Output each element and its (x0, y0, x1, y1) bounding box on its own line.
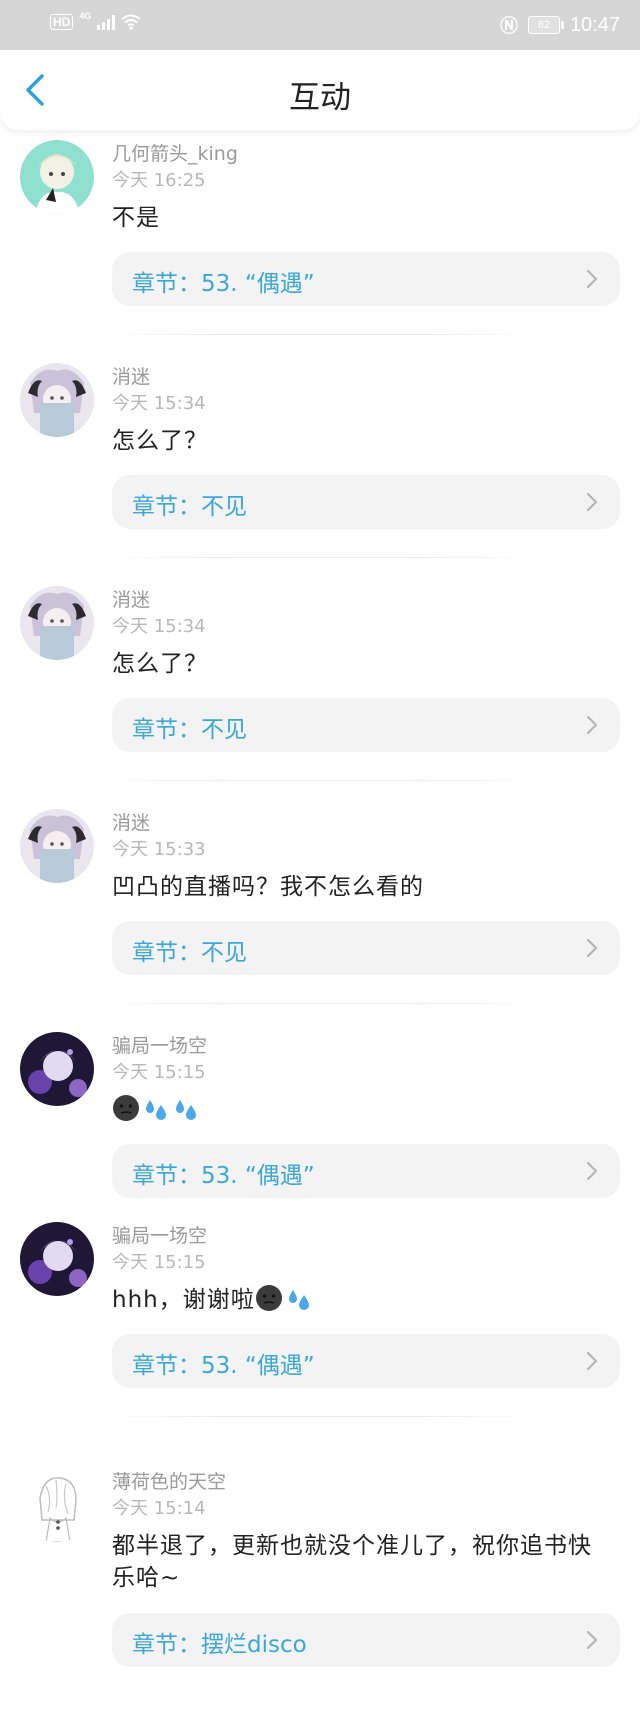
sweat-droplets-emoji (176, 1100, 196, 1120)
nfc-icon: Ⓝ (499, 16, 518, 36)
comment-time: 今天 15:34 (112, 393, 206, 414)
comment-time: 今天 15:33 (112, 839, 206, 860)
chapter-label: 章节：摆烂disco (132, 1632, 307, 1658)
dark-face-emoji (113, 1095, 139, 1121)
comment-time: 今天 15:15 (112, 1252, 206, 1273)
chevron-right-icon (586, 1161, 598, 1181)
chevron-right-icon (586, 1351, 598, 1371)
chevron-right-icon (586, 269, 598, 289)
status-left-icons: HD 4G (50, 11, 141, 30)
chapter-label: 章节：53. “偶遇” (132, 271, 315, 297)
chapter-link[interactable]: 章节：摆烂disco (112, 1613, 620, 1667)
chapter-label: 章节：不见 (132, 940, 247, 966)
chapter-link[interactable]: 章节：不见 (112, 698, 620, 752)
comment-username: 几何箭头_king (112, 143, 238, 165)
comment-username: 消迷 (112, 812, 151, 834)
comment-username: 薄荷色的天空 (112, 1471, 227, 1493)
comment-text: 凹凸的直播吗？我不怎么看的 (112, 874, 424, 900)
chapter-label: 章节：53. “偶遇” (132, 1353, 315, 1379)
avatar[interactable] (20, 809, 94, 883)
comment-text: 怎么了？ (112, 428, 208, 454)
avatar[interactable] (20, 1222, 94, 1296)
nav-bar: 互动 (0, 50, 640, 130)
avatar[interactable] (20, 363, 94, 437)
comment-text (112, 1094, 612, 1126)
sweat-droplets-emoji (146, 1100, 166, 1120)
comment-username: 消迷 (112, 366, 151, 388)
chapter-link[interactable]: 章节：53. “偶遇” (112, 1144, 620, 1198)
battery-icon: 82 (527, 16, 564, 34)
wifi-icon (121, 14, 141, 30)
chevron-right-icon (586, 715, 598, 735)
avatar[interactable] (20, 1032, 94, 1106)
comment-time: 今天 15:14 (112, 1498, 206, 1519)
chapter-label: 章节：不见 (132, 717, 247, 743)
comment-text: 不是 (112, 205, 160, 231)
divider (100, 1416, 540, 1417)
comment-time: 今天 16:25 (112, 170, 206, 191)
dark-face-emoji (255, 1285, 282, 1311)
divider (100, 334, 540, 335)
sweat-droplets-emoji (288, 1290, 309, 1310)
signal-icon (97, 14, 116, 30)
comment-username: 消迷 (112, 589, 151, 611)
chapter-link[interactable]: 章节：不见 (112, 475, 620, 529)
divider (100, 780, 540, 781)
chevron-right-icon (586, 1630, 598, 1650)
comment-text: hhh，谢谢啦 (112, 1284, 612, 1316)
comment-text: 都半退了，更新也就没个准儿了，祝你追书快乐哈~ (112, 1533, 592, 1591)
status-bar: HD 4G Ⓝ 82 10:47 (0, 0, 640, 50)
comment-username: 骗局一场空 (112, 1225, 208, 1247)
comment-time: 今天 15:34 (112, 616, 206, 637)
comment-text: 怎么了？ (112, 651, 208, 677)
avatar[interactable] (20, 586, 94, 660)
hd-badge: HD (50, 14, 74, 30)
chevron-right-icon (586, 492, 598, 512)
chapter-label: 章节：53. “偶遇” (132, 1163, 315, 1189)
chevron-right-icon (586, 938, 598, 958)
status-right-icons: Ⓝ 82 10:47 (500, 12, 620, 38)
chapter-link[interactable]: 章节：53. “偶遇” (112, 252, 620, 306)
chapter-label: 章节：不见 (132, 494, 247, 520)
comment-time: 今天 15:15 (112, 1062, 206, 1083)
comment-username: 骗局一场空 (112, 1035, 208, 1057)
avatar[interactable] (20, 140, 94, 214)
chapter-link[interactable]: 章节：53. “偶遇” (112, 1334, 620, 1388)
divider (100, 557, 540, 558)
network-type: 4G (79, 11, 92, 21)
status-time: 10:47 (569, 13, 620, 36)
chapter-link[interactable]: 章节：不见 (112, 921, 620, 975)
page-title: 互动 (289, 80, 351, 116)
divider (100, 1003, 540, 1004)
avatar[interactable] (20, 1468, 94, 1542)
